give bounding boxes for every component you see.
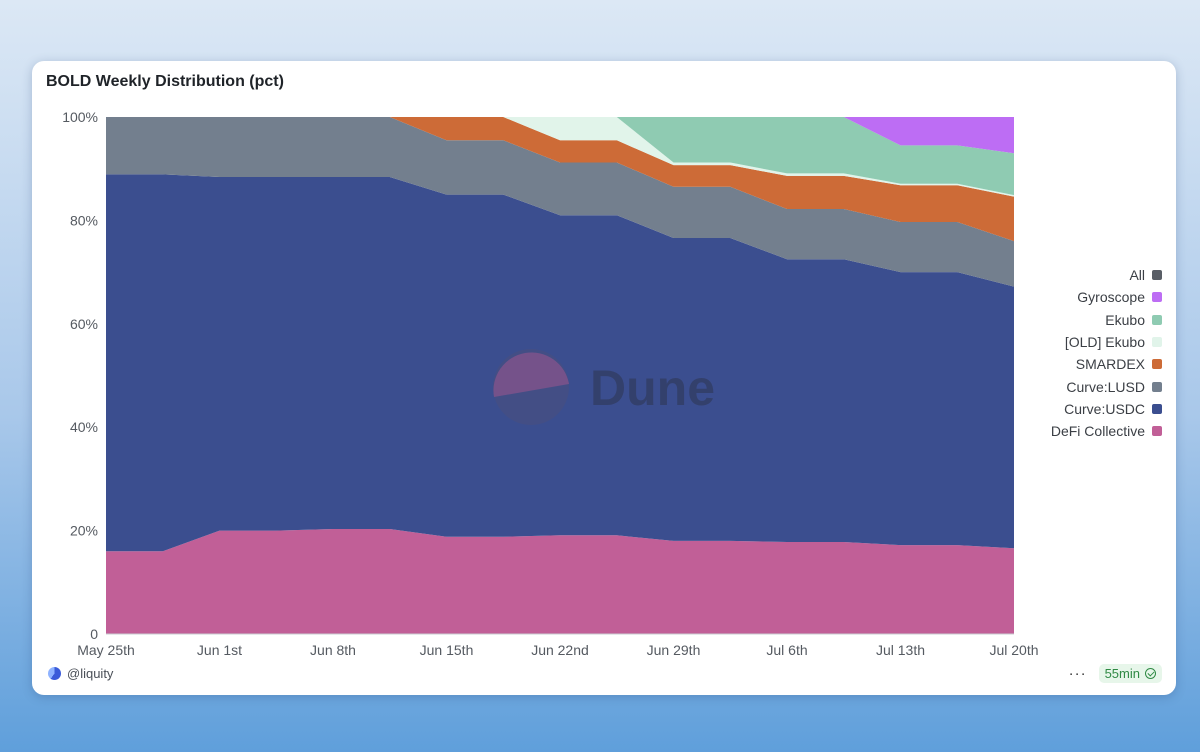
y-tick-label: 60% xyxy=(70,316,98,332)
check-circle-icon xyxy=(1145,668,1156,679)
x-tick-label: Jun 22nd xyxy=(531,642,589,658)
x-tick-label: Jun 29th xyxy=(647,642,701,658)
chart-legend: All Gyroscope Ekubo [OLD] Ekubo SMARDEX Curve… xyxy=(1051,264,1162,442)
legend-item[interactable]: Gyroscope xyxy=(1077,286,1162,308)
x-tick-label: Jul 6th xyxy=(766,642,807,658)
legend-label: Curve:USDC xyxy=(1064,400,1145,417)
query-owner[interactable]: @liquity xyxy=(48,666,113,681)
owner-handle: @liquity xyxy=(67,666,114,681)
legend-swatch xyxy=(1152,426,1162,437)
legend-item[interactable]: DeFi Collective xyxy=(1051,420,1162,442)
legend-swatch xyxy=(1152,403,1162,414)
x-tick-label: May 25th xyxy=(77,642,135,658)
legend-label: SMARDEX xyxy=(1075,356,1145,373)
x-tick-label: Jul 13th xyxy=(876,642,925,658)
legend-swatch xyxy=(1152,270,1162,281)
stacked-area-chart: 0 20% 40% 60% 80% 100% May 25th Jun 1st Jun 8th J… xyxy=(62,109,1038,658)
more-options-icon[interactable]: ··· xyxy=(1069,665,1087,682)
refresh-status-badge[interactable]: 55min xyxy=(1098,664,1162,683)
legend-label: Curve:LUSD xyxy=(1066,378,1145,395)
legend-swatch xyxy=(1152,292,1162,303)
legend-label: [OLD] Ekubo xyxy=(1064,334,1145,351)
legend-item[interactable]: Ekubo xyxy=(1105,309,1162,331)
refresh-time: 55min xyxy=(1104,666,1140,681)
legend-label: DeFi Collective xyxy=(1050,423,1145,440)
legend-item[interactable]: All xyxy=(1129,264,1162,286)
legend-item[interactable]: Curve:LUSD xyxy=(1066,375,1162,397)
legend-swatch xyxy=(1152,314,1162,325)
legend-swatch xyxy=(1152,337,1162,348)
y-tick-label: 0 xyxy=(90,626,98,642)
legend-label: Gyroscope xyxy=(1077,289,1145,306)
y-tick-label: 40% xyxy=(70,419,98,435)
x-tick-label: Jul 20th xyxy=(989,642,1038,658)
chart-footer-actions: ··· 55min xyxy=(1069,664,1162,683)
legend-item[interactable]: SMARDEX xyxy=(1076,353,1162,375)
dune-watermark-text: Dune xyxy=(590,360,715,416)
x-tick-label: Jun 8th xyxy=(310,642,356,658)
legend-item[interactable]: [OLD] Ekubo xyxy=(1065,331,1162,353)
dune-watermark: Dune xyxy=(493,349,715,425)
x-tick-label: Jun 15th xyxy=(420,642,474,658)
y-tick-label: 80% xyxy=(70,212,98,228)
y-tick-label: 100% xyxy=(62,109,98,125)
legend-swatch xyxy=(1152,381,1162,392)
area-series-defi-collective[interactable] xyxy=(106,529,1014,634)
chart-card: BOLD Weekly Distribution (pct) 0 20% 40% 60… xyxy=(32,61,1176,695)
liquity-logo-icon xyxy=(48,667,61,680)
legend-label: Ekubo xyxy=(1105,311,1145,328)
legend-swatch xyxy=(1152,359,1162,370)
y-tick-label: 20% xyxy=(70,523,98,539)
legend-label: All xyxy=(1129,267,1145,284)
legend-item[interactable]: Curve:USDC xyxy=(1064,398,1162,420)
x-tick-label: Jun 1st xyxy=(197,642,242,658)
